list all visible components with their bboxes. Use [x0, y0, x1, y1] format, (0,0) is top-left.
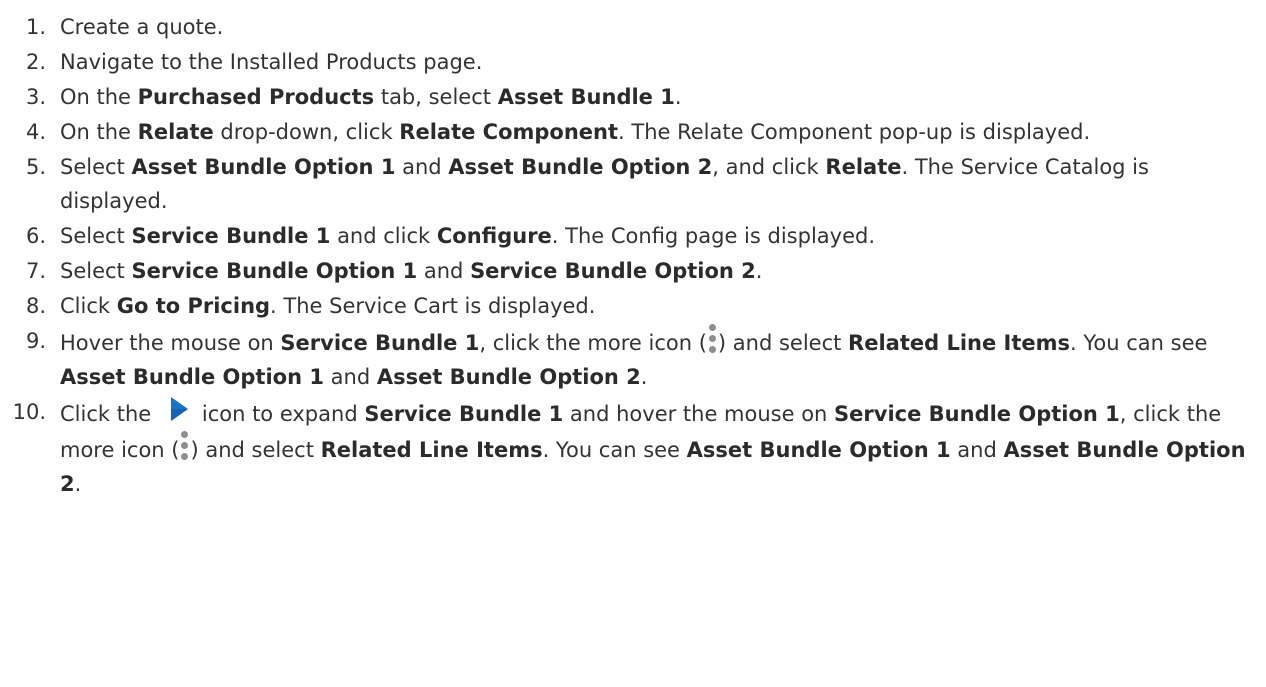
step-number: 6. — [25, 224, 46, 248]
step-number: 9. — [25, 329, 46, 353]
step-text: Hover the mouse on — [60, 331, 281, 355]
step-text: On the — [60, 120, 138, 144]
step-text: . — [74, 472, 82, 496]
bold-term: Related Line Items — [320, 438, 543, 462]
step-number: 3. — [25, 85, 46, 109]
expand-arrow-icon — [170, 397, 188, 421]
bold-term: Asset Bundle Option 1 — [686, 438, 951, 462]
step-text: Click — [60, 294, 117, 318]
step-item: 2. Navigate to the Installed Products pag… — [0, 45, 1266, 79]
bold-term: Configure — [436, 224, 552, 248]
bold-term: Asset Bundle Option 1 — [131, 155, 396, 179]
bold-term: Asset Bundle Option 2 — [376, 365, 641, 389]
more-vertical-icon — [708, 324, 717, 354]
bold-term: Relate — [137, 120, 214, 144]
step-text: Select — [60, 155, 132, 179]
bold-term: Asset Bundle Option 2 — [448, 155, 713, 179]
step-text: . The Relate Component pop-up is display… — [618, 120, 1091, 144]
step-text: Select — [60, 259, 132, 283]
step-text: icon to expand — [201, 402, 365, 426]
step-text: . The Config page is displayed. — [551, 224, 875, 248]
step-text: Select — [60, 224, 132, 248]
bold-term: Service Bundle Option 1 — [834, 402, 1120, 426]
step-text: tab, select — [374, 85, 498, 109]
step-text: Create a quote. — [60, 15, 224, 39]
step-text: and click — [330, 224, 437, 248]
step-item: 3. On the Purchased Products tab, select … — [0, 80, 1266, 114]
bold-term: Relate Component — [399, 120, 619, 144]
step-item: 1. Create a quote. — [0, 10, 1266, 44]
step-text: . — [674, 85, 682, 109]
step-text: . You can see — [1070, 331, 1208, 355]
step-text: drop-down, click — [213, 120, 400, 144]
bold-term: Relate — [825, 155, 902, 179]
bold-term: Asset Bundle Option 1 — [60, 365, 324, 389]
step-number: 10. — [12, 400, 46, 424]
step-text: , and click — [712, 155, 826, 179]
step-item: 4. On the Relate drop-down, click Relate … — [0, 115, 1266, 149]
step-text: and — [417, 259, 471, 283]
step-text: Click the — [60, 402, 158, 426]
step-item: 5. Select Asset Bundle Option 1 and Asset… — [0, 150, 1266, 218]
bold-term: Service Bundle Option 1 — [131, 259, 418, 283]
step-text: On the — [60, 85, 138, 109]
step-text: . You can see — [542, 438, 687, 462]
step-text: . The Service Cart is displayed. — [270, 294, 596, 318]
step-number: 4. — [25, 120, 46, 144]
step-text: and — [950, 438, 1004, 462]
step-number: 5. — [25, 155, 46, 179]
step-text: Navigate to the Installed Products page. — [60, 50, 483, 74]
step-item: 9. Hover the mouse on Service Bundle 1, c… — [0, 324, 1266, 394]
step-number: 8. — [25, 294, 46, 318]
bold-term: Go to Pricing — [116, 294, 271, 318]
bold-term: Service Bundle 1 — [280, 331, 480, 355]
step-text: and — [395, 155, 449, 179]
more-vertical-icon — [180, 431, 189, 461]
step-text: . — [640, 365, 648, 389]
step-text: ) and select — [717, 331, 849, 355]
bold-term: Related Line Items — [848, 331, 1071, 355]
step-number: 1. — [25, 15, 46, 39]
step-text: ) and select — [190, 438, 321, 462]
bold-term: Purchased Products — [137, 85, 375, 109]
step-item: 7. Select Service Bundle Option 1 and Ser… — [0, 254, 1266, 288]
bold-term: Service Bundle Option 2 — [470, 259, 756, 283]
step-text: and hover the mouse on — [563, 402, 835, 426]
step-text: and — [323, 365, 377, 389]
step-item: 6. Select Service Bundle 1 and click Conf… — [0, 219, 1266, 253]
instruction-steps: 1. Create a quote. 2. Navigate to the Insta… — [0, 0, 1266, 501]
bold-term: Asset Bundle 1 — [497, 85, 675, 109]
bold-term: Service Bundle 1 — [364, 402, 564, 426]
step-item: 8. Click Go to Pricing. The Service Cart … — [0, 289, 1266, 323]
step-text: . — [755, 259, 763, 283]
step-text: , click the more icon ( — [479, 331, 707, 355]
bold-term: Service Bundle 1 — [131, 224, 331, 248]
step-number: 7. — [25, 259, 46, 283]
step-number: 2. — [25, 50, 46, 74]
step-item: 10. Click the icon to expand Service Bund… — [0, 395, 1266, 501]
